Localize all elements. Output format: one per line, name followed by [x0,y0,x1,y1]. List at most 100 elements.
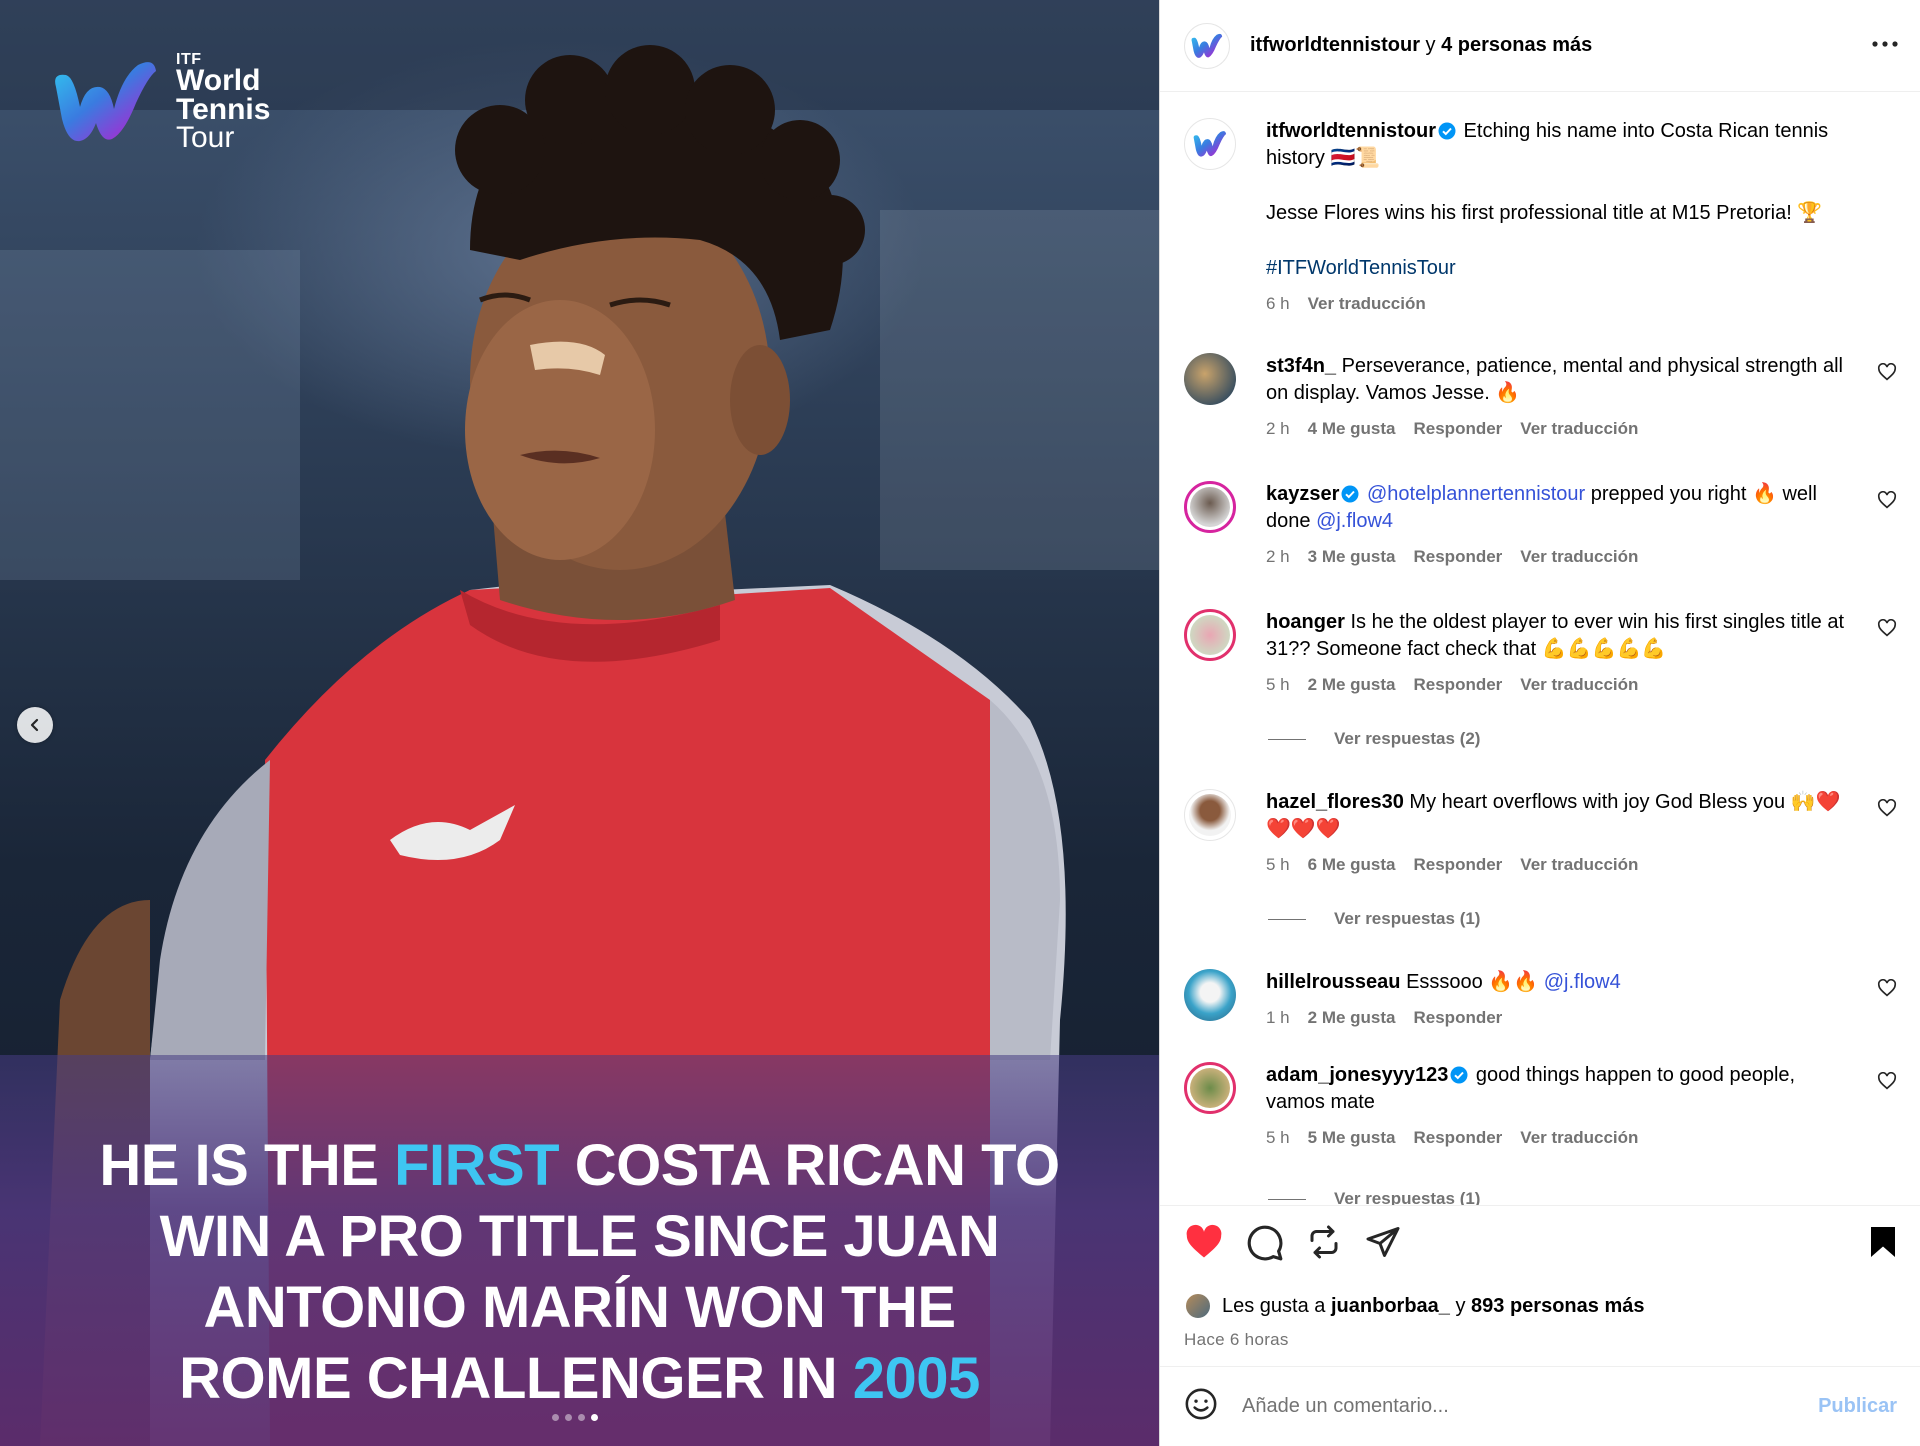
comment-like-button[interactable] [1877,1071,1897,1095]
comment-likes[interactable]: 5 Me gusta [1308,1124,1396,1151]
carousel-dot[interactable] [578,1414,585,1421]
comment-username[interactable]: kayzser [1266,483,1339,505]
comment-reply-button[interactable]: Responder [1414,415,1503,442]
post-timestamp[interactable]: Hace 6 horas [1184,1330,1289,1350]
comment-reply-button[interactable]: Responder [1414,543,1503,570]
collab-connector: y [1425,34,1436,56]
comments-list[interactable]: itfworldtennistour Etching his name into… [1160,93,1920,1205]
comment-item: hillelrousseau Esssooo 🔥🔥 @j.flow4 1 h 2 … [1184,969,1899,1031]
save-button[interactable] [1867,1224,1899,1265]
liker-username[interactable]: juanborbaa_ [1331,1295,1450,1318]
comment-likes[interactable]: 6 Me gusta [1308,851,1396,878]
carousel-dot[interactable] [552,1414,559,1421]
carousel-dot-active[interactable] [591,1414,598,1421]
itf-w-logo-icon [1191,33,1223,58]
verified-badge-icon [1450,1066,1468,1084]
comment-mention[interactable]: @j.flow4 [1316,510,1393,532]
comment-reply-button[interactable]: Responder [1414,1124,1503,1151]
comment-text: Is he the oldest player to ever win his … [1266,611,1845,660]
heart-outline-icon [1877,490,1897,509]
comment-like-button[interactable] [1877,798,1897,822]
repost-icon [1310,1225,1338,1259]
carousel-dots [552,1414,598,1421]
commenter-avatar[interactable] [1184,789,1236,841]
comment-translate-link[interactable]: Ver traducción [1520,543,1638,570]
view-replies-button[interactable]: Ver respuestas (1) [1268,1189,1480,1205]
caption-time: 6 h [1266,294,1290,313]
comment-like-button[interactable] [1877,490,1897,514]
headline-line-4: ROME CHALLENGER IN 2005 [0,1343,1159,1414]
comment-time: 2 h [1266,419,1290,438]
comment-username[interactable]: adam_jonesyyy123 [1266,1064,1448,1086]
commenter-avatar[interactable] [1184,353,1236,405]
comment-like-button[interactable] [1877,978,1897,1002]
heart-outline-icon [1877,618,1897,637]
caption-translate-link[interactable]: Ver traducción [1308,290,1426,317]
comment-like-button[interactable] [1877,362,1897,386]
comment-username[interactable]: st3f4n_ [1266,355,1336,377]
repost-button[interactable] [1306,1224,1342,1265]
emoji-picker-button[interactable] [1184,1387,1218,1426]
post-actions: Les gusta a juanborbaa_ y 893 personas m… [1160,1205,1920,1365]
author-username[interactable]: itfworldtennistour [1250,34,1420,56]
author-avatar[interactable] [1184,118,1236,170]
chevron-left-icon [30,718,39,732]
caption-username[interactable]: itfworldtennistour [1266,120,1436,142]
comment-translate-link[interactable]: Ver traducción [1520,1124,1638,1151]
comment-username[interactable]: hazel_flores30 [1266,791,1404,813]
collab-others[interactable]: 4 personas más [1441,34,1592,56]
comment-likes[interactable]: 2 Me gusta [1308,1004,1396,1031]
more-options-button[interactable] [1872,34,1898,52]
headline-l4a: ROME CHALLENGER IN [179,1346,853,1411]
liker-avatar[interactable] [1184,1292,1212,1320]
commenter-avatar[interactable] [1184,969,1236,1021]
view-replies-label[interactable]: Ver respuestas (2) [1334,729,1480,749]
headline-line-3: ANTONIO MARÍN WON THE [203,1275,956,1340]
comment-text: Esssooo 🔥🔥 [1406,971,1544,993]
comment-reply-button[interactable]: Responder [1414,671,1503,698]
likes-count[interactable]: 893 personas más [1471,1295,1644,1318]
comment-username[interactable]: hillelrousseau [1266,971,1401,993]
comment-reply-button[interactable]: Responder [1414,1004,1503,1031]
carousel-dot[interactable] [565,1414,572,1421]
caption-hashtag[interactable]: #ITFWorldTennisTour [1266,255,1856,282]
heart-outline-icon [1877,362,1897,381]
headline-highlight-year: 2005 [852,1346,981,1411]
comment-mention[interactable]: @j.flow4 [1544,971,1621,993]
commenter-avatar[interactable] [1184,1062,1236,1114]
comment-translate-link[interactable]: Ver traducción [1520,415,1638,442]
post-image[interactable]: ITF World Tennis Tour HE IS THE FIRST CO… [0,0,1159,1446]
commenter-avatar[interactable] [1184,481,1236,533]
view-replies-label[interactable]: Ver respuestas (1) [1334,909,1480,929]
comment-like-button[interactable] [1877,618,1897,642]
like-button[interactable] [1184,1224,1224,1265]
comment-reply-button[interactable]: Responder [1414,851,1503,878]
carousel-prev-button[interactable] [17,707,53,743]
share-button[interactable] [1364,1224,1402,1265]
logo-line-tour: Tour [176,121,235,155]
comment-time: 5 h [1266,855,1290,874]
comment-likes[interactable]: 4 Me gusta [1308,415,1396,442]
author-avatar[interactable] [1184,22,1230,69]
view-replies-button[interactable]: Ver respuestas (2) [1268,729,1480,749]
comment-likes[interactable]: 3 Me gusta [1308,543,1396,570]
comment-translate-link[interactable]: Ver traducción [1520,851,1638,878]
smiley-icon [1185,1388,1217,1420]
likes-prefix: Les gusta a [1222,1294,1326,1317]
publish-button[interactable]: Publicar [1818,1395,1897,1418]
view-replies-label[interactable]: Ver respuestas (1) [1334,1189,1480,1205]
comment-likes[interactable]: 2 Me gusta [1308,671,1396,698]
likes-summary: Les gusta a juanborbaa_ y 893 personas m… [1184,1292,1644,1320]
comment-item: kayzser @hotelplannertennistour prepped … [1184,481,1899,570]
comment-input[interactable] [1242,1395,1782,1418]
heart-outline-icon [1877,798,1897,817]
comment-translate-link[interactable]: Ver traducción [1520,671,1638,698]
headline-l1a: HE IS THE [99,1133,395,1198]
commenter-avatar[interactable] [1184,609,1236,661]
comment-mention[interactable]: @hotelplannertennistour [1367,483,1585,505]
comment-username[interactable]: hoanger [1266,611,1345,633]
view-replies-button[interactable]: Ver respuestas (1) [1268,909,1480,929]
headline-highlight-first: FIRST [394,1133,560,1198]
comment-bubble-icon [1247,1225,1283,1261]
comment-button[interactable] [1246,1224,1284,1267]
